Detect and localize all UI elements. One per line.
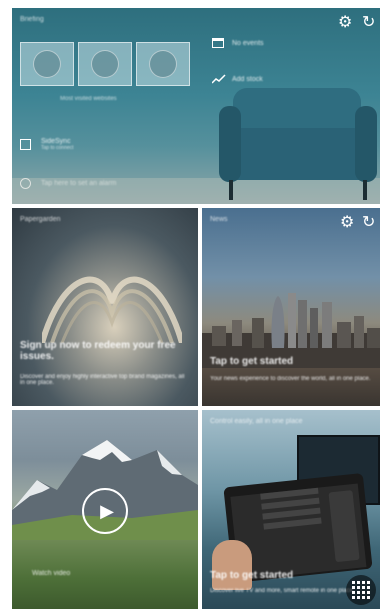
stock-text: Add stock xyxy=(232,75,263,83)
website-thumbnail[interactable] xyxy=(78,42,132,86)
sidesync-icon xyxy=(20,139,31,150)
website-thumbnail[interactable] xyxy=(20,42,74,86)
refresh-icon[interactable]: ↻ xyxy=(362,12,375,31)
play-icon: ▶ xyxy=(100,500,114,521)
thumbnails-caption: Most visited websites xyxy=(60,96,117,102)
tv-label: Control easily, all in one place xyxy=(210,418,303,425)
city-skyline-image xyxy=(202,293,380,368)
news-tile[interactable]: News ⚙ ↻ Tap to get started Your news ex… xyxy=(202,208,380,406)
news-headline: Tap to get started xyxy=(210,356,294,367)
news-body: Your news experience to discover the wor… xyxy=(210,376,371,382)
events-text: No events xyxy=(232,39,264,47)
video-caption: Watch video xyxy=(32,570,71,577)
sidesync-title: SideSync xyxy=(41,138,71,145)
hand-image xyxy=(212,540,252,590)
briefing-tile[interactable]: Briefing Most visited websites No events… xyxy=(12,8,380,204)
play-button[interactable]: ▶ xyxy=(82,488,128,534)
calendar-icon xyxy=(212,38,224,48)
news-label: News xyxy=(210,216,228,223)
armchair-image xyxy=(219,88,377,204)
video-tile[interactable]: ▶ Watch video xyxy=(12,410,198,609)
gear-icon[interactable]: ⚙ xyxy=(338,12,352,31)
most-visited-thumbnails xyxy=(20,42,190,86)
briefing-label: Briefing xyxy=(20,16,44,23)
open-book-image xyxy=(42,276,182,343)
globe-icon xyxy=(149,50,177,78)
refresh-icon[interactable]: ↻ xyxy=(362,212,375,231)
sidesync-row[interactable]: SideSync Tap to connect xyxy=(20,138,74,151)
events-row[interactable]: No events xyxy=(212,38,264,48)
tv-remote-tile[interactable]: Control easily, all in one place Tap to … xyxy=(202,410,380,609)
stock-row[interactable]: Add stock xyxy=(212,74,263,84)
apps-grid-icon[interactable] xyxy=(346,575,376,605)
magazine-headline: Sign up now to redeem your free issues. xyxy=(20,340,176,362)
globe-icon xyxy=(91,50,119,78)
sidesync-subtitle: Tap to connect xyxy=(41,145,74,151)
magazine-body: Discover and enjoy highly interactive to… xyxy=(20,374,185,386)
stock-chart-icon xyxy=(212,74,226,84)
magazine-tile[interactable]: Papergarden Sign up now to redeem your f… xyxy=(12,208,198,406)
website-thumbnail[interactable] xyxy=(136,42,190,86)
globe-icon xyxy=(33,50,61,78)
magazine-label: Papergarden xyxy=(20,216,61,223)
gear-icon[interactable]: ⚙ xyxy=(340,212,354,231)
